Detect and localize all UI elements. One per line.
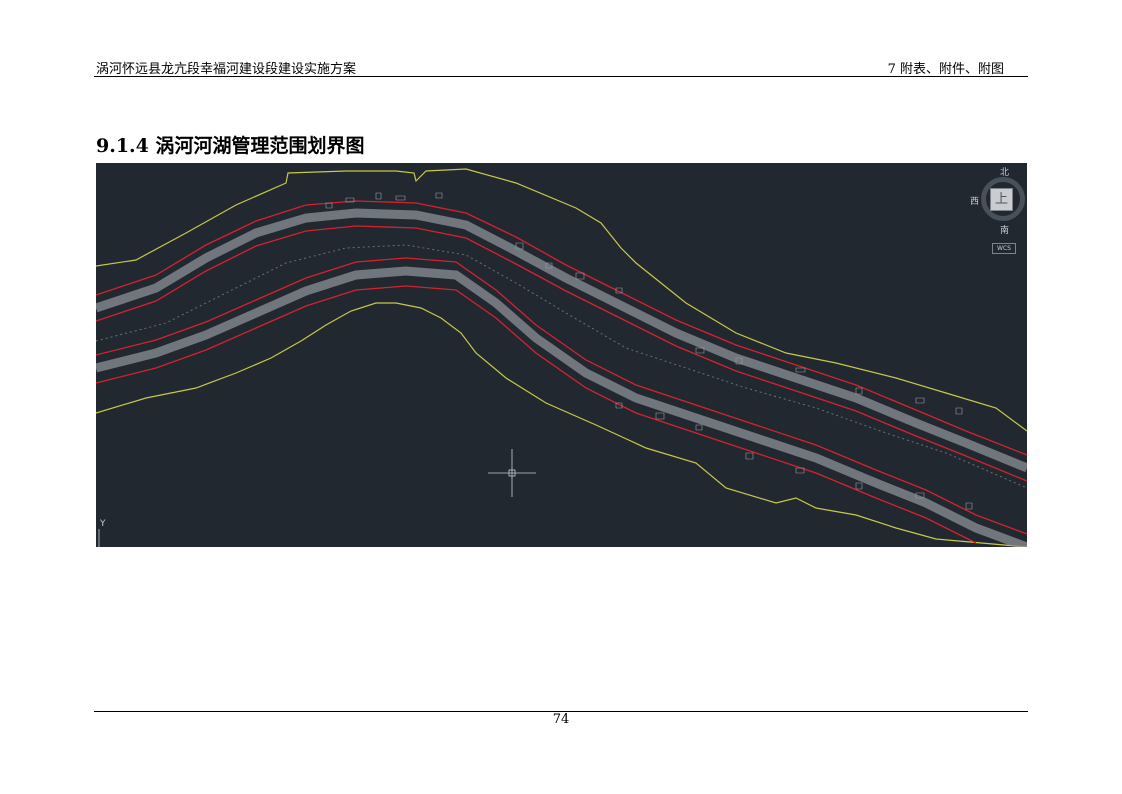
header-right-title: 7 附表、附件、附图 [887, 62, 1004, 77]
lower-boundary-line [96, 302, 1027, 547]
river-center-line [96, 244, 1027, 489]
viewcube[interactable]: 北 西 上 南 WCS [970, 163, 1027, 263]
upper-boundary-line [96, 168, 1027, 432]
river-map-graphic [96, 168, 1027, 547]
cad-crosshair [488, 449, 536, 497]
lower-red-line-1 [96, 257, 1027, 535]
upper-road [96, 208, 1027, 473]
header-left-title: 涡河怀远县龙亢段幸福河建设段建设实施方案 [96, 62, 357, 77]
viewcube-top-face[interactable]: 上 [990, 188, 1013, 211]
building-detail [325, 192, 973, 510]
viewcube-west-label: 西 [970, 197, 980, 207]
section-title: 9.1.4 涡河河湖管理范围划界图 [96, 135, 365, 157]
wcs-button[interactable]: WCS [992, 243, 1016, 254]
header-rule [94, 76, 1028, 77]
ucs-y-label: Y [100, 519, 106, 529]
viewcube-south-label: 南 [1000, 226, 1010, 236]
cad-drawing: 北 西 上 南 WCS Y [96, 163, 1027, 547]
page-number: 74 [552, 712, 570, 727]
